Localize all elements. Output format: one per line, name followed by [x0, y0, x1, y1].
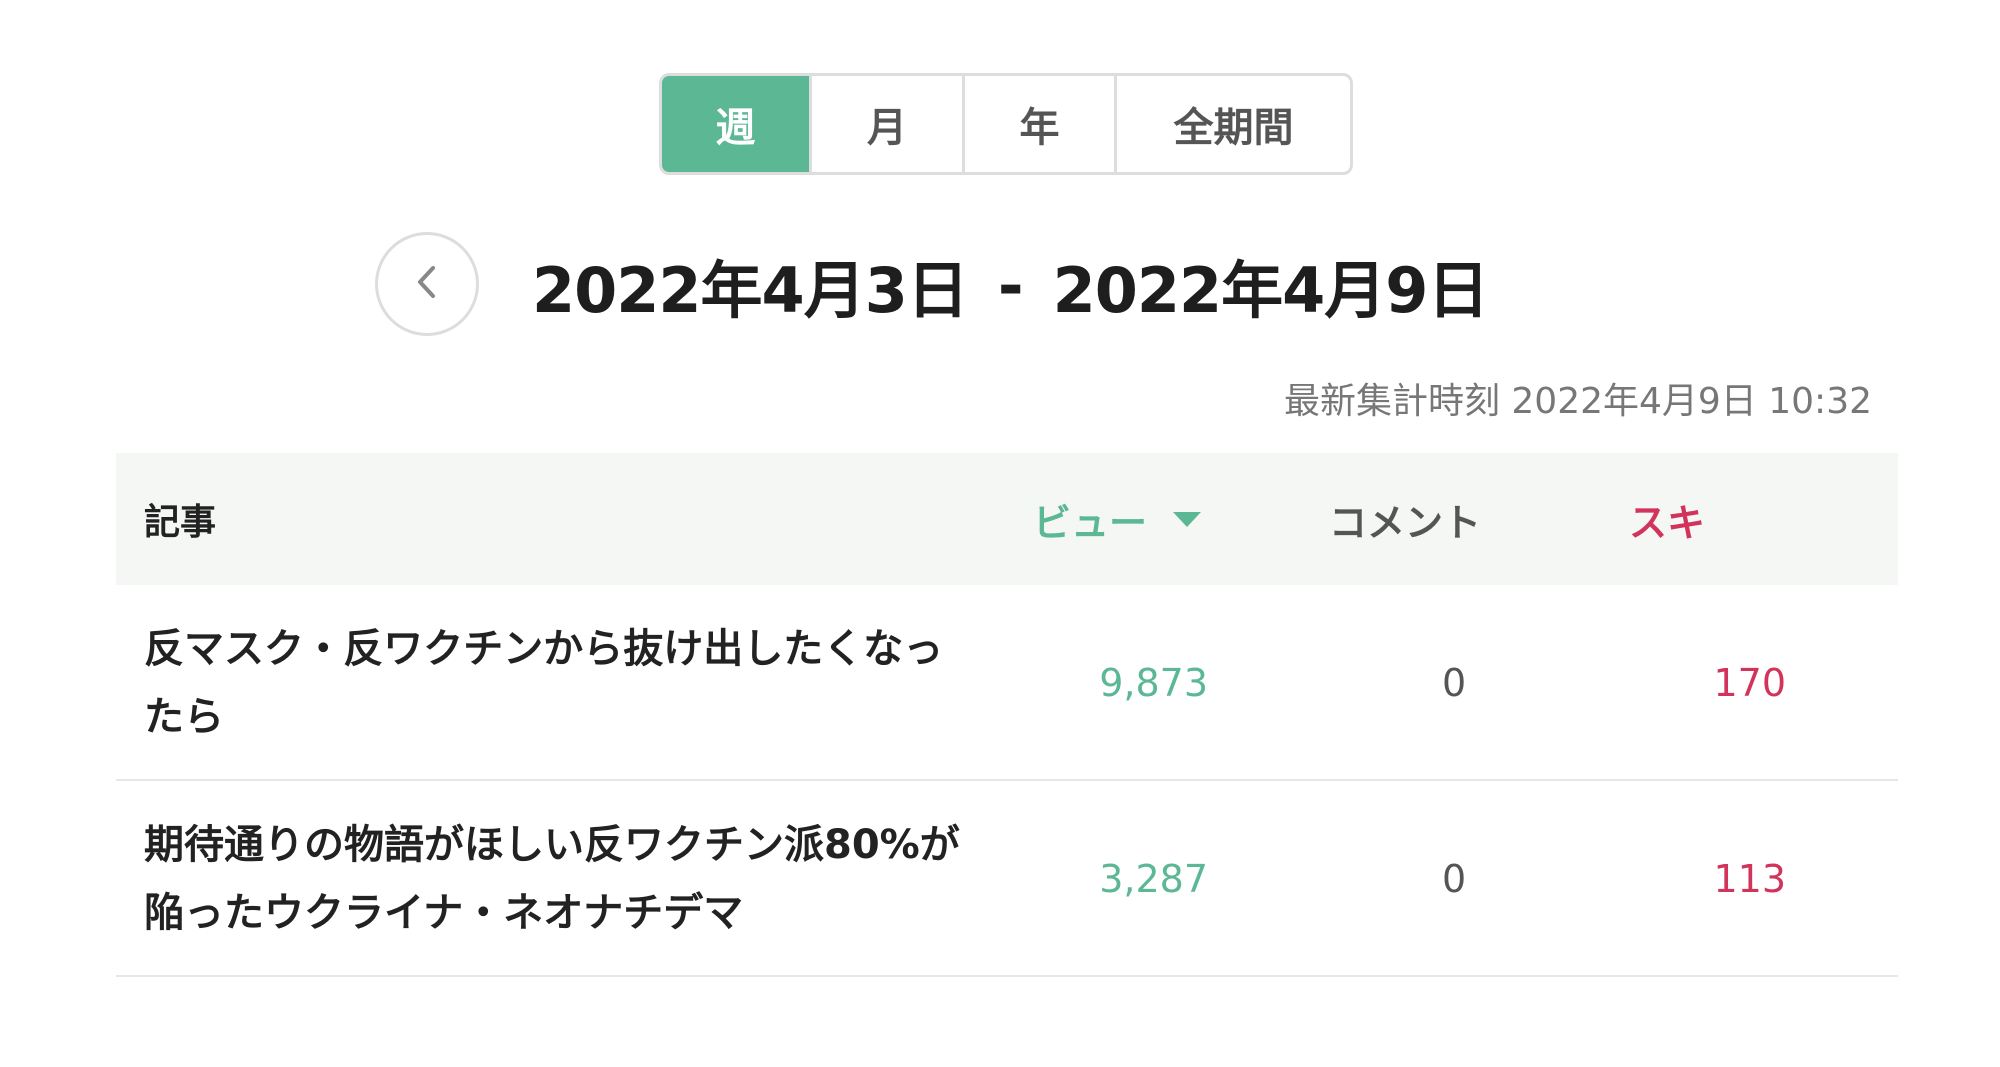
caret-down-icon	[1171, 509, 1203, 529]
date-start: 2022年4月3日	[532, 254, 969, 327]
table-header: 記事 ビュー コメント スキ	[116, 453, 1898, 585]
comments-column-header[interactable]: コメント	[1329, 453, 1481, 585]
views-column-header[interactable]: ビュー	[1033, 453, 1203, 585]
likes-count: 113	[1713, 857, 1786, 901]
comments-count: 0	[1442, 857, 1467, 901]
tab-all-time[interactable]: 全期間	[1117, 76, 1350, 172]
article-title-link[interactable]: 反マスク・反ワクチンから抜け出したくなったら	[144, 615, 974, 751]
likes-column-header[interactable]: スキ	[1629, 453, 1705, 585]
comments-count: 0	[1442, 661, 1467, 705]
previous-period-button[interactable]	[375, 232, 479, 336]
tab-week[interactable]: 週	[662, 76, 812, 172]
stats-table: 記事 ビュー コメント スキ 反マスク・反ワクチンから抜け出したくなったら 9,…	[116, 453, 1898, 977]
period-tabs: 週 月 年 全期間	[659, 73, 1353, 175]
views-count: 9,873	[1099, 661, 1208, 705]
views-count: 3,287	[1099, 857, 1208, 901]
date-end: 2022年4月9日	[1052, 254, 1490, 327]
chevron-left-icon	[411, 262, 443, 306]
table-row: 反マスク・反ワクチンから抜け出したくなったら 9,873 0 170	[116, 585, 1898, 781]
tab-year[interactable]: 年	[965, 76, 1117, 172]
last-updated-text: 最新集計時刻 2022年4月9日 10:32	[1283, 381, 1872, 422]
date-range: 2022年4月3日 - 2022年4月9日	[532, 240, 1490, 330]
article-column-header: 記事	[144, 502, 217, 543]
views-header-label: ビュー	[1033, 500, 1148, 545]
table-row: 期待通りの物語がほしい反ワクチン派80%が陥ったウクライナ・ネオナチデマ 3,2…	[116, 781, 1898, 977]
date-separator: -	[997, 248, 1024, 322]
tab-month[interactable]: 月	[812, 76, 965, 172]
article-title-link[interactable]: 期待通りの物語がほしい反ワクチン派80%が陥ったウクライナ・ネオナチデマ	[144, 811, 974, 947]
likes-count: 170	[1713, 661, 1786, 705]
